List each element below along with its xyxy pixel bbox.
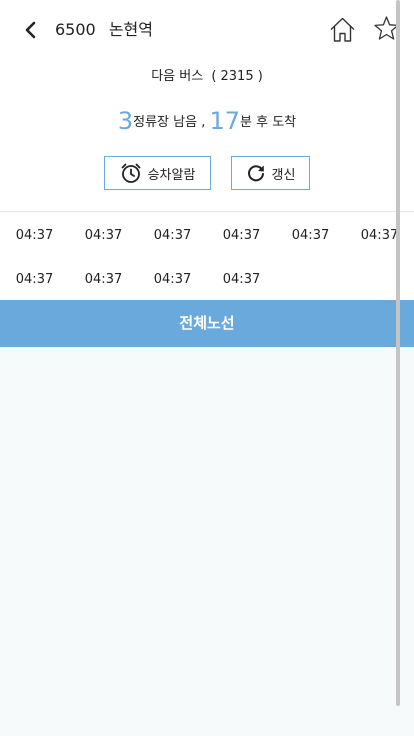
departure-time: 04:37 [84, 228, 123, 243]
header: 6500 논현역 [0, 0, 414, 60]
minutes-label: 분 후 도착 [240, 115, 297, 130]
stops-left-count: 3 [117, 107, 134, 135]
departure-time: 04:37 [153, 228, 192, 243]
alarm-clock-icon [121, 163, 140, 183]
departure-time: 04:37 [84, 272, 123, 287]
home-button[interactable] [329, 16, 356, 43]
next-bus-info: 다음 버스 ( 2315 ) [0, 68, 414, 86]
departure-time: 04:37 [360, 228, 399, 243]
route-content-area [0, 347, 414, 736]
home-icon [330, 17, 355, 42]
departure-time: 04:37 [291, 228, 330, 243]
refresh-button[interactable]: 갱신 [231, 156, 310, 190]
departure-time: 04:37 [15, 272, 54, 287]
stop-name: 논현역 [108, 20, 153, 39]
bus-arrival-page: 6500 논현역 다음 버스 ( 2315 ) 3정류장 남음 , 17분 후 … [0, 0, 414, 736]
refresh-label: 갱신 [271, 167, 296, 183]
departure-time-list: 04:37 04:37 04:37 04:37 04:37 04:37 04:3… [0, 214, 414, 300]
page-title: 6500 논현역 [55, 20, 153, 40]
all-routes-button[interactable]: 전체노선 [0, 300, 414, 347]
back-button[interactable] [20, 19, 42, 41]
refresh-icon [247, 165, 264, 182]
route-number: 6500 [55, 20, 96, 39]
chevron-left-icon [25, 21, 36, 39]
boarding-alarm-label: 승차알람 [147, 167, 196, 183]
boarding-alarm-button[interactable]: 승차알람 [104, 156, 211, 190]
next-bus-label: 다음 버스 [151, 69, 204, 84]
departure-time: 04:37 [222, 272, 261, 287]
next-bus-plate: ( 2315 ) [211, 69, 263, 84]
divider [0, 211, 414, 212]
arrival-info: 3정류장 남음 , 17분 후 도착 [0, 106, 414, 136]
departure-time: 04:37 [15, 228, 54, 243]
departure-time: 04:37 [222, 228, 261, 243]
scrollbar[interactable] [396, 0, 400, 706]
minutes-count: 17 [209, 107, 241, 135]
departure-time: 04:37 [153, 272, 192, 287]
stops-left-label: 정류장 남음 , [133, 115, 206, 130]
action-buttons: 승차알람 갱신 [0, 156, 414, 192]
